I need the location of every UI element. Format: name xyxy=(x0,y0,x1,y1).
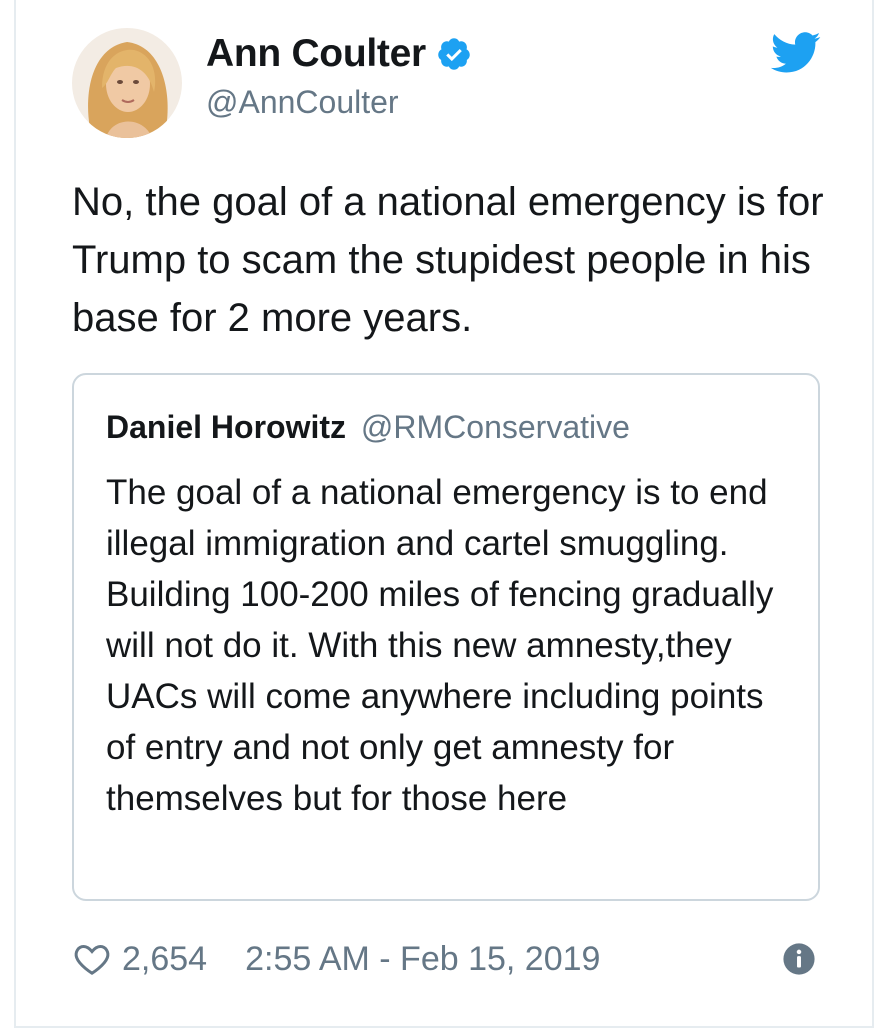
twitter-bird-icon[interactable] xyxy=(770,32,822,74)
like-count: 2,654 xyxy=(122,939,208,978)
tweet-footer: 2,654 2:55 AM - Feb 15, 2019 xyxy=(72,936,822,982)
verified-badge-icon xyxy=(436,36,472,72)
info-icon[interactable] xyxy=(782,942,816,976)
quoted-tweet[interactable]: Daniel Horowitz @RMConservative The goal… xyxy=(72,373,820,901)
quoted-author-handle[interactable]: @RMConservative xyxy=(361,409,630,445)
heart-icon[interactable] xyxy=(72,939,112,979)
author-display-name[interactable]: Ann Coulter xyxy=(206,32,426,76)
quoted-tweet-text: The goal of a national emergency is to e… xyxy=(106,473,774,818)
quoted-author-name[interactable]: Daniel Horowitz xyxy=(106,409,346,445)
tweet-timestamp[interactable]: 2:55 AM - Feb 15, 2019 xyxy=(245,940,600,979)
author-handle[interactable]: @AnnCoulter xyxy=(206,84,399,121)
quoted-tweet-header: Daniel Horowitz @RMConservative xyxy=(106,409,630,446)
author-avatar[interactable] xyxy=(72,28,182,138)
author-name-row: Ann Coulter xyxy=(206,32,472,76)
tweet-text: No, the goal of a national emergency is … xyxy=(72,180,824,340)
